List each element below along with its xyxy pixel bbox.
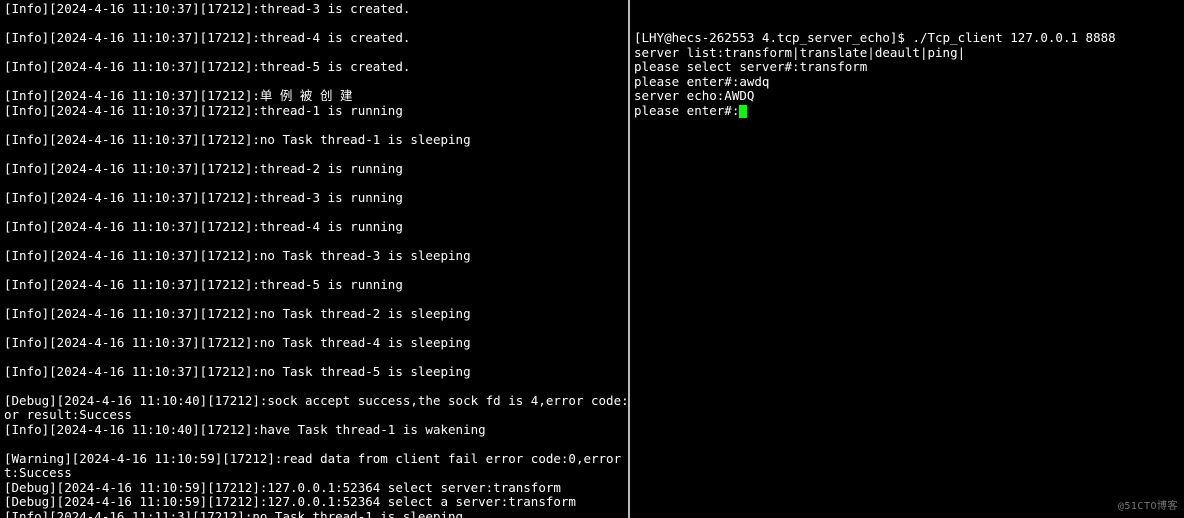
log-line (4, 205, 624, 220)
log-line (4, 147, 624, 162)
log-line: [Warning][2024-4-16 11:10:59][17212]:rea… (4, 452, 624, 467)
log-line: please enter#: (634, 104, 1180, 119)
log-line (4, 46, 624, 61)
log-line (4, 437, 624, 452)
right-terminal-pane[interactable]: [LHY@hecs-262553 4.tcp_server_echo]$ ./T… (630, 0, 1184, 518)
log-line: [Info][2024-4-16 11:10:37][17212]:thread… (4, 220, 624, 235)
log-line (4, 263, 624, 278)
log-line: please enter#:awdq (634, 75, 1180, 90)
log-line: [Info][2024-4-16 11:10:37][17212]:thread… (4, 104, 624, 119)
log-line: [Info][2024-4-16 11:10:37][17212]:no Tas… (4, 365, 624, 380)
log-line (4, 234, 624, 249)
log-line: [Info][2024-4-16 11:10:37][17212]:no Tas… (4, 307, 624, 322)
log-line: [Info][2024-4-16 11:10:37][17212]:thread… (4, 2, 624, 17)
watermark-text: @51CTO博客 (1118, 500, 1178, 515)
log-line: [Info][2024-4-16 11:10:37][17212]:thread… (4, 31, 624, 46)
log-line (4, 292, 624, 307)
log-line: [Info][2024-4-16 11:10:37][17212]:no Tas… (4, 249, 624, 264)
log-line: please select server#:transform (634, 60, 1180, 75)
log-line (4, 350, 624, 365)
log-line: [Debug][2024-4-16 11:10:59][17212]:127.0… (4, 481, 624, 496)
terminal-split: [Info][2024-4-16 11:10:37][17212]:thread… (0, 0, 1184, 518)
log-line: [LHY@hecs-262553 4.tcp_server_echo]$ ./T… (634, 31, 1180, 46)
log-line: [Info][2024-4-16 11:10:37][17212]:no Tas… (4, 336, 624, 351)
log-line: [Info][2024-4-16 11:10:37][17212]:thread… (4, 60, 624, 75)
left-terminal-pane[interactable]: [Info][2024-4-16 11:10:37][17212]:thread… (0, 0, 630, 518)
log-line: [Info][2024-4-16 11:11:3][17212]:no Task… (4, 510, 624, 518)
log-line: [Info][2024-4-16 11:10:37][17212]:no Tas… (4, 133, 624, 148)
log-line: [Info][2024-4-16 11:10:37][17212]:thread… (4, 278, 624, 293)
log-line (4, 17, 624, 32)
log-line: [Info][2024-4-16 11:10:37][17212]:thread… (4, 191, 624, 206)
log-line: [Debug][2024-4-16 11:10:40][17212]:sock … (4, 394, 624, 409)
log-line: [Info][2024-4-16 11:10:37][17212]:单 例 被 … (4, 89, 624, 104)
log-line: t:Success (4, 466, 624, 481)
log-line (4, 75, 624, 90)
log-line (4, 379, 624, 394)
log-line: server list:transform|translate|deault|p… (634, 46, 1180, 61)
log-line (4, 118, 624, 133)
log-line: server echo:AWDQ (634, 89, 1180, 104)
log-line: [Info][2024-4-16 11:10:40][17212]:have T… (4, 423, 624, 438)
log-line: [Debug][2024-4-16 11:10:59][17212]:127.0… (4, 495, 624, 510)
log-line (4, 321, 624, 336)
log-line (4, 176, 624, 191)
terminal-cursor (739, 105, 747, 118)
log-line: [Info][2024-4-16 11:10:37][17212]:thread… (4, 162, 624, 177)
log-line: or result:Success (4, 408, 624, 423)
